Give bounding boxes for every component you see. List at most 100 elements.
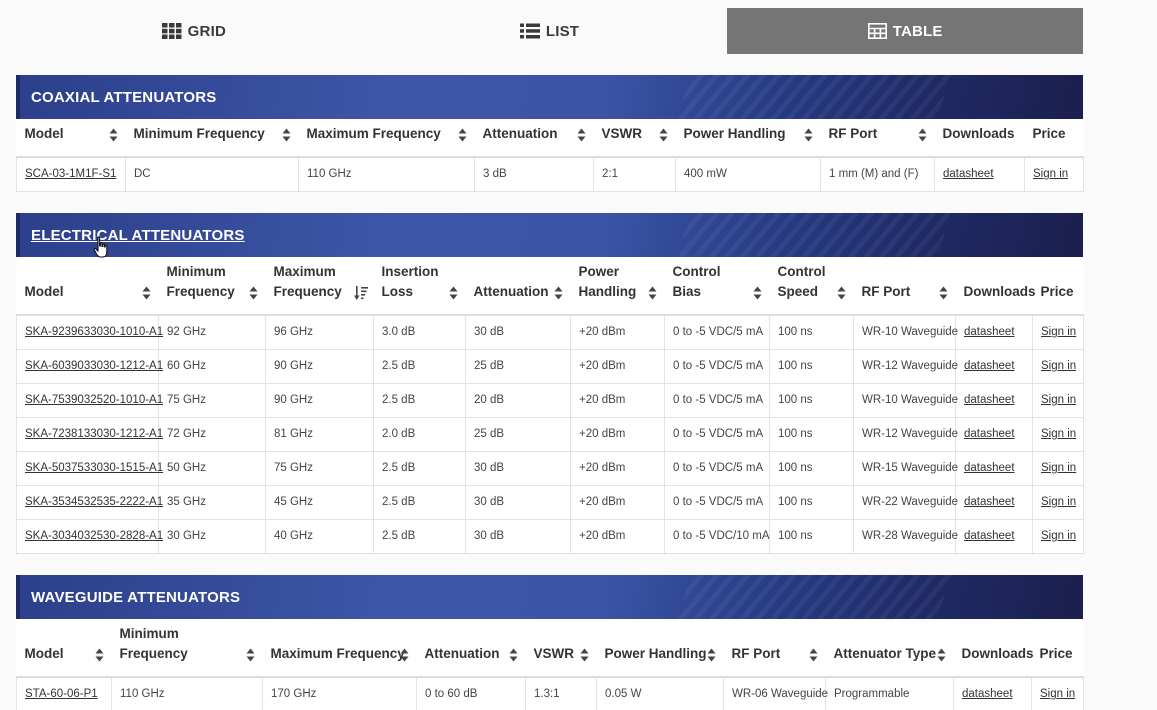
- sort-arrows-icon[interactable]: [707, 648, 716, 662]
- model-link[interactable]: SKA-3034032530-2828-A1: [25, 530, 163, 542]
- sign-in-link[interactable]: Sign in: [1040, 688, 1075, 700]
- column-header-attenuation[interactable]: Attenuation: [465, 257, 571, 316]
- column-header-attenuation[interactable]: Attenuation: [474, 119, 594, 158]
- column-header-label: Maximum Frequency: [306, 126, 441, 141]
- sort-arrows-icon[interactable]: [400, 648, 409, 662]
- grid-view-button[interactable]: GRID: [16, 8, 372, 54]
- list-view-button[interactable]: LIST: [371, 8, 728, 54]
- sign-in-link[interactable]: Sign in: [1041, 496, 1076, 508]
- sort-arrows-icon[interactable]: [458, 128, 467, 142]
- column-header-power-handling[interactable]: Power Handling: [570, 257, 665, 316]
- sort-arrows-icon[interactable]: [809, 648, 818, 662]
- table-cell: Sign in: [1032, 348, 1084, 384]
- sign-in-link[interactable]: Sign in: [1041, 530, 1076, 542]
- column-header-maximum-frequency[interactable]: Maximum Frequency: [265, 257, 374, 316]
- model-link[interactable]: SKA-9239633030-1010-A1: [25, 326, 163, 338]
- sign-in-link[interactable]: Sign in: [1033, 168, 1068, 180]
- model-link[interactable]: SKA-7238133030-1212-A1: [25, 428, 163, 440]
- cell-value: WR-12 Waveguide: [862, 360, 959, 372]
- column-header-power-handling[interactable]: Power Handling: [675, 119, 821, 158]
- sign-in-link[interactable]: Sign in: [1041, 326, 1076, 338]
- cell-value: 100 ns: [778, 394, 813, 406]
- column-header-maximum-frequency[interactable]: Maximum Frequency: [298, 119, 475, 158]
- sort-arrows-icon[interactable]: [937, 648, 946, 662]
- datasheet-link[interactable]: datasheet: [964, 394, 1015, 406]
- sort-arrows-icon[interactable]: [580, 648, 589, 662]
- sign-in-link[interactable]: Sign in: [1041, 360, 1076, 372]
- model-link[interactable]: SKA-3534532535-2222-A1: [25, 496, 163, 508]
- sign-in-link[interactable]: Sign in: [1041, 462, 1076, 474]
- section-title-link[interactable]: ELECTRICAL ATTENUATORS: [31, 227, 245, 244]
- table-cell: 20 dB: [465, 382, 571, 418]
- model-link[interactable]: SCA-03-1M1F-S1: [25, 168, 116, 180]
- sort-arrows-icon[interactable]: [249, 286, 258, 300]
- table-cell: 0 to -5 VDC/5 mA: [664, 314, 770, 350]
- cell-value: 1 mm (M) and (F): [829, 168, 919, 181]
- column-header-price[interactable]: Price: [1031, 619, 1084, 678]
- sort-descending-icon[interactable]: [353, 286, 368, 300]
- column-header-rf-port[interactable]: RF Port: [853, 257, 956, 316]
- column-header-label: Price: [1040, 284, 1074, 299]
- model-link[interactable]: SKA-5037533030-1515-A1: [25, 462, 163, 474]
- table-cell: 0 to -5 VDC/5 mA: [664, 382, 770, 418]
- column-header-attenuation[interactable]: Attenuation: [416, 619, 526, 678]
- model-link[interactable]: SKA-6039033030-1212-A1: [25, 360, 163, 372]
- datasheet-link[interactable]: datasheet: [964, 428, 1015, 440]
- column-header-label: Minimum: [166, 264, 226, 279]
- sort-arrows-icon[interactable]: [142, 286, 151, 300]
- column-header-attenuator-type[interactable]: Attenuator Type: [825, 619, 954, 678]
- sort-arrows-icon[interactable]: [939, 286, 948, 300]
- column-header-minimum-frequency[interactable]: Minimum Frequency: [125, 119, 299, 158]
- datasheet-link[interactable]: datasheet: [962, 688, 1013, 700]
- sort-arrows-icon[interactable]: [648, 286, 657, 300]
- sort-arrows-icon[interactable]: [95, 648, 104, 662]
- column-header-rf-port[interactable]: RF Port: [723, 619, 826, 678]
- column-header-insertion-loss[interactable]: Insertion Loss: [373, 257, 466, 316]
- sort-arrows-icon[interactable]: [918, 128, 927, 142]
- column-header-model[interactable]: Model: [16, 619, 112, 678]
- column-header-power-handling[interactable]: Power Handling: [596, 619, 724, 678]
- table-view-button[interactable]: TABLE: [727, 8, 1084, 54]
- sort-arrows-icon[interactable]: [282, 128, 291, 142]
- column-header-minimum-frequency[interactable]: Minimum Frequency: [111, 619, 263, 678]
- datasheet-link[interactable]: datasheet: [943, 168, 994, 180]
- sort-arrows-icon[interactable]: [554, 286, 563, 300]
- column-header-vswr[interactable]: VSWR: [593, 119, 676, 158]
- sort-arrows-icon[interactable]: [509, 648, 518, 662]
- sort-arrows-icon[interactable]: [577, 128, 586, 142]
- column-header-vswr[interactable]: VSWR: [525, 619, 597, 678]
- column-header-downloads[interactable]: Downloads: [953, 619, 1034, 678]
- table-cell: 0.05 W: [596, 676, 724, 710]
- column-header-rf-port[interactable]: RF Port: [820, 119, 935, 158]
- column-header-label: Minimum Frequency: [133, 126, 265, 141]
- datasheet-link[interactable]: datasheet: [964, 326, 1015, 338]
- datasheet-link[interactable]: datasheet: [964, 462, 1015, 474]
- model-link[interactable]: SKA-7539032520-1010-A1: [25, 394, 163, 406]
- datasheet-link[interactable]: datasheet: [964, 496, 1015, 508]
- model-link[interactable]: STA-60-06-P1: [25, 688, 98, 700]
- column-header-price[interactable]: Price: [1032, 257, 1084, 316]
- column-header-control-bias[interactable]: Control Bias: [664, 257, 770, 316]
- column-header-downloads[interactable]: Downloads: [955, 257, 1036, 316]
- column-header-model[interactable]: Model: [16, 119, 126, 158]
- column-header-maximum-frequency[interactable]: Maximum Frequency: [262, 619, 417, 678]
- sort-arrows-icon[interactable]: [804, 128, 813, 142]
- sort-arrows-icon[interactable]: [246, 648, 255, 662]
- electrical-attenuators-section: ELECTRICAL ATTENUATORS Model Minimum Frequ…: [16, 213, 1084, 554]
- sort-arrows-icon[interactable]: [449, 286, 458, 300]
- sort-arrows-icon[interactable]: [753, 286, 762, 300]
- column-header-downloads[interactable]: Downloads: [934, 119, 1025, 158]
- section-title: COAXIAL ATTENUATORS: [31, 88, 217, 106]
- column-header-control-speed[interactable]: Control Speed: [769, 257, 854, 316]
- column-header-model[interactable]: Model: [16, 257, 159, 316]
- column-header-price[interactable]: Price: [1024, 119, 1084, 158]
- datasheet-link[interactable]: datasheet: [964, 530, 1015, 542]
- cell-value: 2.0 dB: [382, 428, 416, 440]
- sign-in-link[interactable]: Sign in: [1041, 394, 1076, 406]
- sign-in-link[interactable]: Sign in: [1041, 428, 1076, 440]
- column-header-minimum-frequency[interactable]: Minimum Frequency: [158, 257, 266, 316]
- sort-arrows-icon[interactable]: [837, 286, 846, 300]
- sort-arrows-icon[interactable]: [659, 128, 668, 142]
- sort-arrows-icon[interactable]: [109, 128, 118, 142]
- datasheet-link[interactable]: datasheet: [964, 360, 1015, 372]
